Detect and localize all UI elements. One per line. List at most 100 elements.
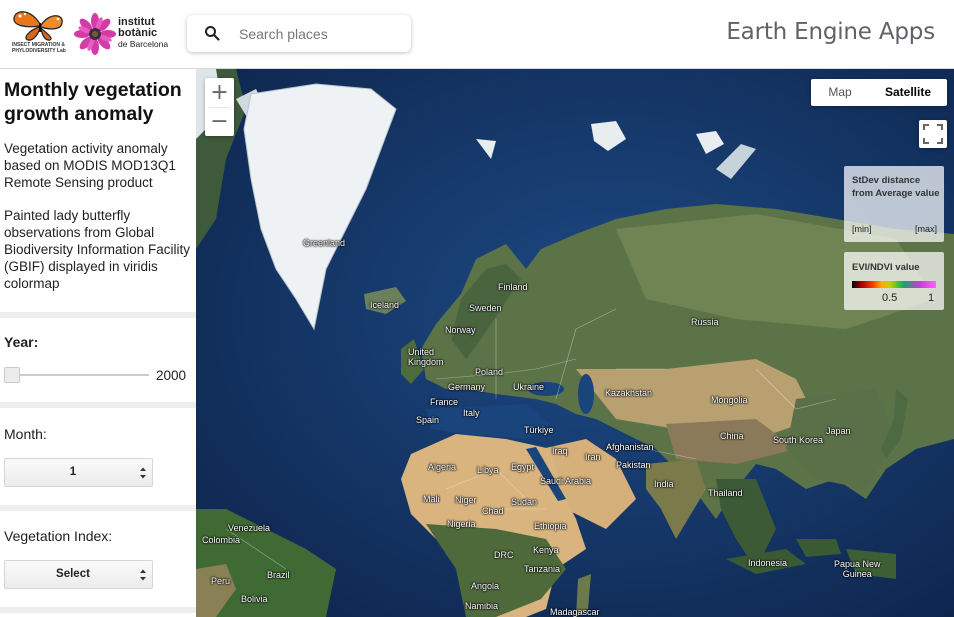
label-algeria: Algeria bbox=[428, 462, 457, 472]
label-mali: Mali bbox=[423, 494, 440, 504]
search-icon[interactable] bbox=[204, 25, 220, 41]
label-china: China bbox=[720, 431, 744, 441]
label-norway: Norway bbox=[445, 325, 476, 335]
year-slider-track[interactable] bbox=[12, 374, 149, 376]
divider bbox=[0, 505, 196, 511]
month-select-value: 1 bbox=[69, 466, 77, 478]
fullscreen-button[interactable] bbox=[919, 120, 947, 148]
label-niger: Niger bbox=[455, 495, 477, 505]
logos: INSECT MIGRATION & PHYLODIVERSITY Lab in… bbox=[10, 8, 168, 60]
search-box[interactable] bbox=[187, 15, 411, 52]
satellite-imagery[interactable] bbox=[196, 69, 954, 617]
label-turkiye: Türkiye bbox=[524, 425, 554, 435]
vegetation-index-label: Vegetation Index: bbox=[4, 528, 113, 544]
label-bolivia: Bolivia bbox=[241, 594, 268, 604]
label-mongolia: Mongolia bbox=[711, 395, 748, 405]
label-madagascar: Madagascar bbox=[550, 607, 600, 617]
label-spain: Spain bbox=[416, 415, 440, 425]
label-kazakhstan: Kazakhstan bbox=[605, 388, 653, 398]
label-nigeria: Nigeria bbox=[447, 519, 476, 529]
stdev-legend-max: [max] bbox=[914, 224, 937, 234]
color-ramp bbox=[852, 281, 936, 288]
vegetation-index-select[interactable]: Select bbox=[4, 560, 153, 589]
label-japan: Japan bbox=[826, 426, 851, 436]
select-arrows-icon bbox=[140, 467, 146, 479]
label-papua-new-guinea: Papua New Guinea bbox=[834, 559, 881, 579]
label-south-korea: South Korea bbox=[773, 435, 824, 445]
zoom-out-button[interactable]: − bbox=[205, 107, 234, 136]
vegetation-index-legend-title: EVI/NDVI value bbox=[852, 262, 920, 273]
label-france: France bbox=[430, 397, 459, 407]
stdev-legend-min: [min] bbox=[852, 224, 872, 234]
stdev-legend: StDev distance from Average value [min] … bbox=[844, 166, 944, 242]
label-thailand: Thailand bbox=[708, 488, 743, 498]
label-greenland: Greenland bbox=[303, 238, 346, 248]
label-poland: Poland bbox=[475, 367, 504, 377]
label-finland: Finland bbox=[498, 282, 528, 292]
divider bbox=[0, 312, 196, 318]
label-brazil: Brazil bbox=[267, 570, 290, 580]
map-type-map-button[interactable]: Map bbox=[811, 79, 869, 106]
label-iraq: Iraq bbox=[552, 446, 568, 456]
divider bbox=[0, 607, 196, 613]
divider bbox=[0, 402, 196, 408]
label-iceland: Iceland bbox=[370, 300, 400, 310]
label-angola: Angola bbox=[471, 581, 500, 591]
label-sweden: Sweden bbox=[469, 303, 502, 313]
app-header: INSECT MIGRATION & PHYLODIVERSITY Lab in… bbox=[0, 0, 954, 69]
label-iran: Iran bbox=[585, 452, 601, 462]
institut-botanic-logo: institut botànic de Barcelona bbox=[118, 17, 168, 50]
stdev-legend-title: StDev distance from Average value bbox=[852, 175, 940, 199]
label-egypt: Egypt bbox=[511, 462, 535, 472]
lab-logo-text: INSECT MIGRATION & PHYLODIVERSITY Lab bbox=[12, 42, 66, 54]
panel-description: Vegetation activity anomaly based on MOD… bbox=[4, 141, 176, 190]
label-united-kingdom: United Kingdom bbox=[408, 347, 444, 367]
flower-icon bbox=[74, 13, 116, 55]
search-input[interactable] bbox=[239, 23, 399, 45]
fullscreen-icon bbox=[923, 124, 943, 144]
label-colombia: Colombia bbox=[202, 535, 241, 545]
label-peru: Peru bbox=[211, 576, 231, 586]
control-panel: Monthly vegetation growth anomaly Vegeta… bbox=[0, 69, 196, 617]
label-russia: Russia bbox=[691, 317, 719, 327]
app-title[interactable]: Earth Engine Apps bbox=[726, 19, 935, 45]
label-chad: Chad bbox=[482, 506, 504, 516]
legend-value-max: 1 bbox=[928, 292, 935, 304]
label-tanzania: Tanzania bbox=[524, 564, 561, 574]
label-saudi-arabia: Saudi Arabia bbox=[540, 476, 592, 486]
year-slider-thumb[interactable] bbox=[4, 367, 20, 383]
vegetation-index-select-value: Select bbox=[56, 568, 90, 580]
vegetation-index-legend: EVI/NDVI value 0.5 1 bbox=[844, 252, 944, 310]
label-ukraine: Ukraine bbox=[513, 382, 545, 392]
label-italy: Italy bbox=[463, 408, 480, 418]
label-venezuela: Venezuela bbox=[228, 523, 271, 533]
butterfly-icon bbox=[13, 11, 63, 41]
legend-value-mid: 0.5 bbox=[882, 292, 898, 304]
label-germany: Germany bbox=[448, 382, 486, 392]
month-select[interactable]: 1 bbox=[4, 458, 153, 487]
label-afghanistan: Afghanistan bbox=[606, 442, 654, 452]
panel-title: Monthly vegetation growth anomaly bbox=[4, 79, 182, 125]
label-sudan: Sudan bbox=[511, 497, 538, 507]
map-type-satellite-button[interactable]: Satellite bbox=[869, 79, 947, 106]
zoom-in-button[interactable]: + bbox=[205, 78, 234, 107]
label-india: India bbox=[654, 479, 674, 489]
map-type-control: Map Satellite bbox=[811, 79, 947, 106]
insect-migration-lab-logo: INSECT MIGRATION & PHYLODIVERSITY Lab bbox=[10, 8, 68, 60]
zoom-control: + − bbox=[205, 78, 234, 136]
label-namibia: Namibia bbox=[465, 601, 499, 611]
logo-ibb-sub: de Barcelona bbox=[118, 39, 169, 49]
select-arrows-icon bbox=[140, 569, 146, 581]
label-drc: DRC bbox=[494, 550, 514, 560]
label-kenya: Kenya bbox=[533, 545, 559, 555]
label-indonesia: Indonesia bbox=[748, 558, 788, 568]
panel-gbif-description: Painted lady butterfly observations from… bbox=[4, 208, 191, 291]
label-ethiopia: Ethiopia bbox=[534, 521, 567, 531]
year-slider-value: 2000 bbox=[156, 368, 187, 383]
label-libya: Libya bbox=[477, 465, 499, 475]
year-label: Year: bbox=[4, 334, 39, 350]
month-label: Month: bbox=[4, 426, 47, 442]
logo-ibb-main: institut botànic bbox=[118, 16, 158, 39]
satellite-map[interactable]: Greenland Iceland Finland Sweden Norway … bbox=[196, 69, 954, 617]
label-pakistan: Pakistan bbox=[616, 460, 651, 470]
